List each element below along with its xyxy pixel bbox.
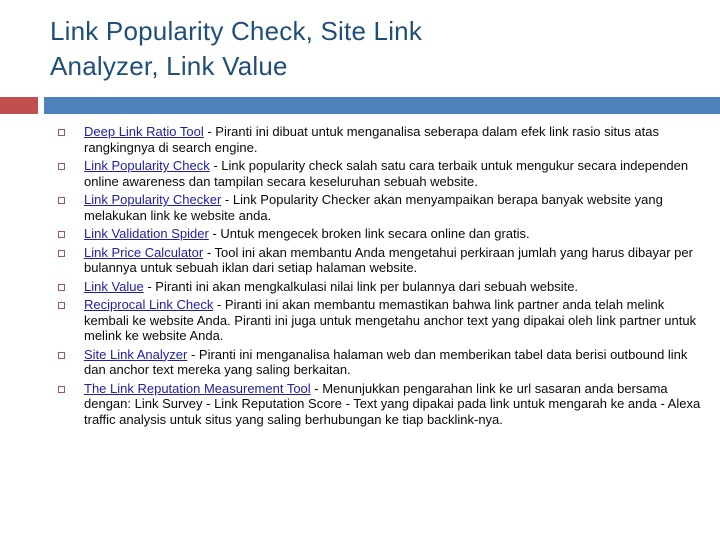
list-item-link[interactable]: Link Popularity Checker <box>84 192 221 207</box>
list-item: Reciprocal Link Check - Piranti ini akan… <box>58 297 703 344</box>
list-item-text: The Link Reputation Measurement Tool - M… <box>84 381 703 428</box>
list-item-link[interactable]: Link Validation Spider <box>84 226 209 241</box>
list-item: Link Validation Spider - Untuk mengecek … <box>58 226 703 242</box>
square-bullet-icon <box>58 302 65 309</box>
list-item-text: Link Popularity Checker - Link Popularit… <box>84 192 703 223</box>
list-item: Site Link Analyzer - Piranti ini mengana… <box>58 347 703 378</box>
square-bullet-icon <box>58 231 65 238</box>
list-item: Deep Link Ratio Tool - Piranti ini dibua… <box>58 124 703 155</box>
list-item-link[interactable]: Site Link Analyzer <box>84 347 187 362</box>
slide: Link Popularity Check, Site Link Analyze… <box>0 0 720 540</box>
list-item-text: Reciprocal Link Check - Piranti ini akan… <box>84 297 703 344</box>
list-item-link[interactable]: Link Popularity Check <box>84 158 210 173</box>
list-item-link[interactable]: Link Value <box>84 279 144 294</box>
list-item-text: Site Link Analyzer - Piranti ini mengana… <box>84 347 703 378</box>
list-item-link[interactable]: Reciprocal Link Check <box>84 297 213 312</box>
title-block: Link Popularity Check, Site Link Analyze… <box>50 14 670 84</box>
square-bullet-icon <box>58 283 65 291</box>
list-item-text: Link Validation Spider - Untuk mengecek … <box>84 226 703 242</box>
square-bullet-icon <box>58 197 65 204</box>
list-item-text: Link Price Calculator - Tool ini akan me… <box>84 245 703 276</box>
square-bullet-icon <box>58 351 65 359</box>
divider-bar-row <box>0 97 720 114</box>
bullet-list: Deep Link Ratio Tool - Piranti ini dibua… <box>58 124 703 430</box>
list-item: Link Value - Piranti ini akan mengkalkul… <box>58 279 703 295</box>
list-item: Link Price Calculator - Tool ini akan me… <box>58 245 703 276</box>
list-item-text: Link Popularity Check - Link popularity … <box>84 158 703 189</box>
list-item-description: - Untuk mengecek broken link secara onli… <box>208 226 530 241</box>
square-bullet-icon <box>58 129 65 136</box>
list-item-link[interactable]: Link Price Calculator <box>84 245 203 260</box>
square-bullet-icon <box>58 249 65 257</box>
list-item-link[interactable]: Deep Link Ratio Tool <box>84 124 204 139</box>
list-item-text: Deep Link Ratio Tool - Piranti ini dibua… <box>84 124 703 155</box>
list-item: The Link Reputation Measurement Tool - M… <box>58 381 703 428</box>
square-bullet-icon <box>58 385 65 393</box>
list-item: Link Popularity Check - Link popularity … <box>58 158 703 189</box>
list-item: Link Popularity Checker - Link Popularit… <box>58 192 703 223</box>
accent-bar-red <box>0 97 38 114</box>
square-bullet-icon <box>58 163 65 170</box>
list-item-description: - Piranti ini akan mengkalkulasi nilai l… <box>143 278 579 294</box>
accent-bar-blue <box>44 97 720 114</box>
page-title: Link Popularity Check, Site Link Analyze… <box>50 16 423 81</box>
list-item-link[interactable]: The Link Reputation Measurement Tool <box>84 381 311 396</box>
list-item-text: Link Value - Piranti ini akan mengkalkul… <box>84 279 703 295</box>
